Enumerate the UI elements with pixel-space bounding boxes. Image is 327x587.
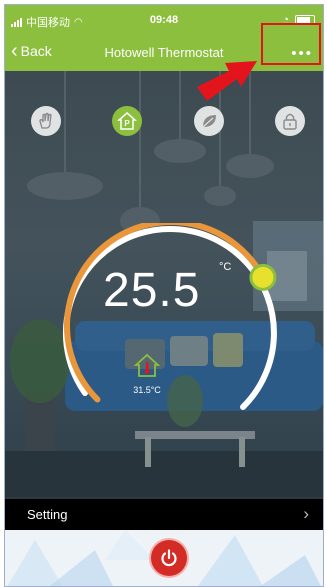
power-icon (161, 549, 177, 567)
room-temperature-icon (134, 353, 160, 377)
svg-text:P: P (124, 119, 130, 128)
lock-icon (283, 113, 297, 130)
red-arrow-annotation (197, 61, 257, 101)
set-temperature: 25.5 (103, 264, 201, 317)
room-temperature: 31.5°C (133, 385, 161, 395)
manual-mode-button[interactable] (31, 106, 61, 136)
hand-icon (39, 112, 52, 129)
power-button[interactable] (151, 540, 187, 576)
temperature-unit: °C (219, 261, 232, 273)
setting-row[interactable]: Setting › (5, 499, 323, 530)
eco-mode-button[interactable] (194, 106, 224, 136)
lock-button[interactable] (275, 106, 305, 136)
temperature-dial[interactable] (53, 223, 291, 413)
chevron-right-icon: › (303, 504, 309, 523)
dial-knob[interactable] (249, 263, 277, 291)
phone-screen: 中国移动 ◠ 09:48 ◔ ‹ Back Hotowell Thermosta… (4, 4, 324, 587)
highlight-box-annotation (261, 23, 321, 65)
setting-label: Setting (27, 507, 68, 522)
program-p-icon: P (117, 112, 137, 130)
program-mode-button[interactable]: P (112, 106, 142, 136)
leaf-icon (202, 115, 216, 128)
